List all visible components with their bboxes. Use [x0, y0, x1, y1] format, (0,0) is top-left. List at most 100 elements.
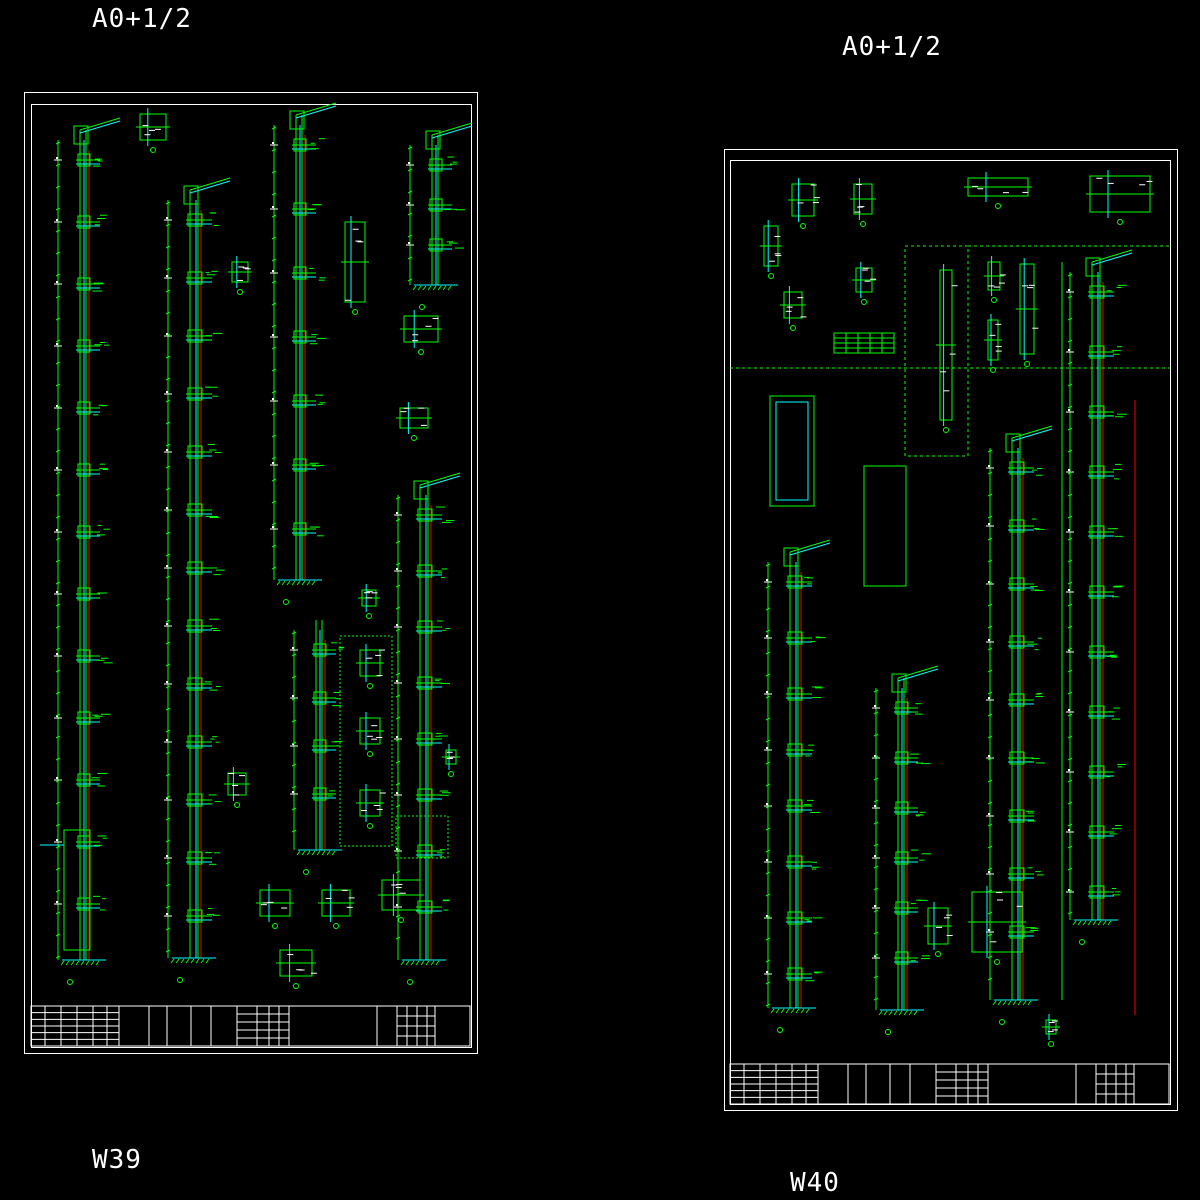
ground-hatch [780, 1008, 785, 1014]
ground-hatch [286, 580, 291, 586]
wall-section [290, 620, 345, 875]
elevation-mark [766, 859, 768, 861]
legend-cell [833, 337, 847, 344]
detail-marker [234, 802, 240, 808]
detail-marker [367, 823, 373, 829]
legend-cell [869, 332, 883, 339]
ground-hatch [432, 285, 437, 291]
wall-section [406, 122, 473, 310]
elevation-mark [166, 623, 168, 625]
detail-block [1042, 1014, 1060, 1047]
detail-block [224, 767, 250, 808]
ground-hatch [80, 960, 85, 966]
detail-marker [367, 751, 373, 757]
ground-hatch [1022, 1000, 1027, 1006]
elevation-mark [766, 747, 768, 749]
detail-block [984, 256, 1006, 303]
legend-cell [845, 332, 859, 339]
elevation-mark [56, 467, 58, 469]
ground-hatch [997, 1000, 1002, 1006]
roof-slope [431, 125, 473, 139]
elevation-mark [272, 398, 274, 400]
legend-cell [869, 337, 883, 344]
elevation-mark [396, 904, 398, 906]
detail-marker [768, 273, 774, 279]
detail-block [396, 402, 432, 441]
roof-slope [419, 472, 461, 486]
ground-hatch [405, 960, 410, 966]
elevation-mark [166, 681, 168, 683]
ground-hatch [1012, 1000, 1017, 1006]
elevation-mark [292, 695, 294, 697]
ground-hatch [420, 960, 425, 966]
roof-slope [189, 180, 231, 194]
ground-hatch [195, 958, 200, 964]
elevation-mark [396, 512, 398, 514]
ground-hatch [1082, 920, 1087, 926]
elevation-mark [272, 142, 274, 144]
detail-marker [237, 289, 243, 295]
detail-block [356, 644, 385, 689]
legend-cell [833, 347, 847, 354]
detail-block [442, 744, 460, 777]
wall-section [872, 665, 939, 1035]
ground-hatch [913, 1010, 918, 1016]
detail-block [276, 944, 317, 989]
elevation-mark [56, 653, 58, 655]
elevation-mark [166, 391, 168, 393]
elevation-mark [766, 635, 768, 637]
section-marker [283, 599, 289, 605]
detail-marker [935, 951, 941, 957]
section-marker [407, 979, 413, 985]
legend-cell [881, 332, 895, 339]
elevation-mark [408, 202, 410, 204]
ground-hatch [1017, 1000, 1022, 1006]
roof-slope [789, 539, 831, 553]
elevation-mark [874, 805, 876, 807]
elevation-mark [874, 705, 876, 707]
elevation-mark [766, 579, 768, 581]
roof-slope [189, 177, 231, 191]
elevation-mark [1068, 469, 1070, 471]
legend-cell [857, 347, 871, 354]
elevation-mark [766, 691, 768, 693]
roof-slope [295, 102, 337, 116]
detail-marker [367, 683, 373, 689]
elevation-mark [396, 680, 398, 682]
ground-hatch [65, 960, 70, 966]
detail-block [968, 886, 1026, 965]
section-marker [419, 304, 425, 310]
legend-cell [833, 332, 847, 339]
elevation-mark [988, 465, 990, 467]
detail-marker [418, 349, 424, 355]
ground-hatch [70, 960, 75, 966]
ground-hatch [276, 580, 281, 586]
detail-marker [943, 427, 949, 433]
detail-marker [994, 959, 1000, 965]
ground-hatch [95, 960, 100, 966]
detail-marker [790, 325, 796, 331]
elevation-mark [166, 449, 168, 451]
ground-hatch [311, 850, 316, 856]
section-marker [999, 1019, 1005, 1025]
elevation-mark [272, 206, 274, 208]
detail-marker [1117, 219, 1123, 225]
elevation-mark [988, 813, 990, 815]
detail-marker [293, 983, 299, 989]
elevation-mark [408, 162, 410, 164]
ground-hatch [316, 850, 321, 856]
elevation-mark [988, 639, 990, 641]
ground-hatch [296, 580, 301, 586]
elevation-mark [396, 736, 398, 738]
roof-slope [1011, 425, 1053, 439]
detail-block [760, 220, 782, 279]
legend-cell [869, 347, 883, 354]
section-marker [177, 977, 183, 983]
ground-hatch [1027, 1000, 1032, 1006]
elevation-mark [988, 755, 990, 757]
ground-hatch [898, 1010, 903, 1016]
ground-hatch [888, 1010, 893, 1016]
detail-block [356, 784, 386, 829]
detail-marker [991, 297, 997, 303]
detail-block [356, 712, 384, 757]
